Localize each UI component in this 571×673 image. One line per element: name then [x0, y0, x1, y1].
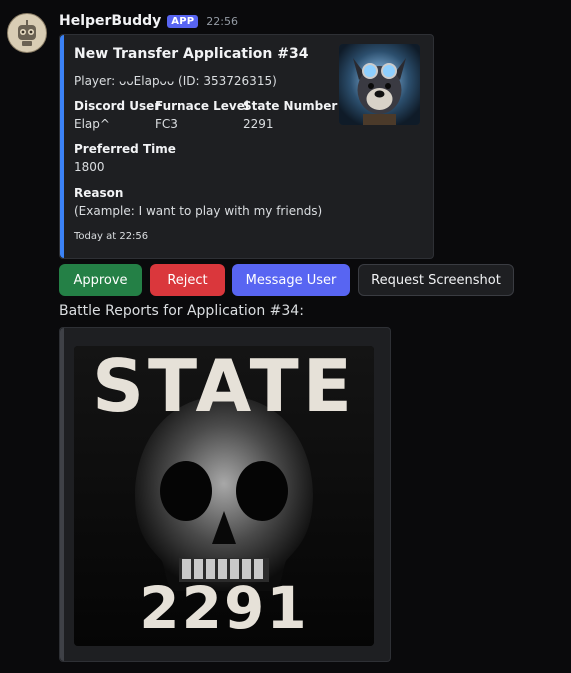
field-name: Reason: [74, 186, 124, 200]
field-name: Discord User: [74, 99, 161, 113]
player-line: Player: ᴗᴗElapᴗᴗ (ID: 353726315): [74, 74, 277, 88]
embed-footer: Today at 22:56: [74, 231, 149, 242]
robot-avatar-icon: [9, 15, 45, 51]
application-embed: New Transfer Application #34 Player: ᴗᴗE…: [59, 34, 434, 259]
avatar[interactable]: [7, 13, 47, 53]
field-name: State Number: [243, 99, 338, 113]
field-value: FC3: [155, 117, 178, 131]
report-accent-bar: [60, 328, 64, 661]
battle-report-image[interactable]: STATE 2291: [74, 346, 374, 646]
reject-button[interactable]: Reject: [150, 264, 225, 296]
embed-title: New Transfer Application #34: [74, 46, 309, 62]
field-state-number: State Number 2291: [243, 99, 337, 131]
message-header: HelperBuddy APP 22:56: [59, 11, 238, 31]
app-badge: APP: [167, 14, 199, 28]
dog-thumbnail-icon: [339, 44, 420, 125]
field-value: Elap^: [74, 117, 110, 131]
embed-accent-bar: [60, 35, 64, 258]
field-value: (Example: I want to play with my friends…: [74, 204, 323, 218]
battle-report-embed: STATE 2291: [59, 327, 391, 662]
field-reason: Reason (Example: I want to play with my …: [74, 186, 322, 218]
message-user-button[interactable]: Message User: [232, 264, 350, 296]
embed-thumbnail[interactable]: [339, 44, 420, 125]
field-name: Furnace Level: [155, 99, 249, 113]
image-number-text: 2291: [139, 574, 308, 642]
field-name: Preferred Time: [74, 142, 176, 156]
image-title-text: STATE: [92, 346, 356, 428]
field-discord-user: Discord User Elap^: [74, 99, 160, 131]
approve-button[interactable]: Approve: [59, 264, 142, 296]
field-value: 1800: [74, 160, 105, 174]
field-furnace-level: Furnace Level FC3: [155, 99, 249, 131]
request-screenshot-button[interactable]: Request Screenshot: [358, 264, 514, 296]
username[interactable]: HelperBuddy: [59, 13, 161, 29]
field-preferred-time: Preferred Time 1800: [74, 142, 176, 174]
skull-image-icon: STATE 2291: [74, 346, 374, 646]
field-value: 2291: [243, 117, 274, 131]
battle-reports-text: Battle Reports for Application #34:: [59, 303, 304, 319]
timestamp[interactable]: 22:56: [206, 15, 238, 28]
